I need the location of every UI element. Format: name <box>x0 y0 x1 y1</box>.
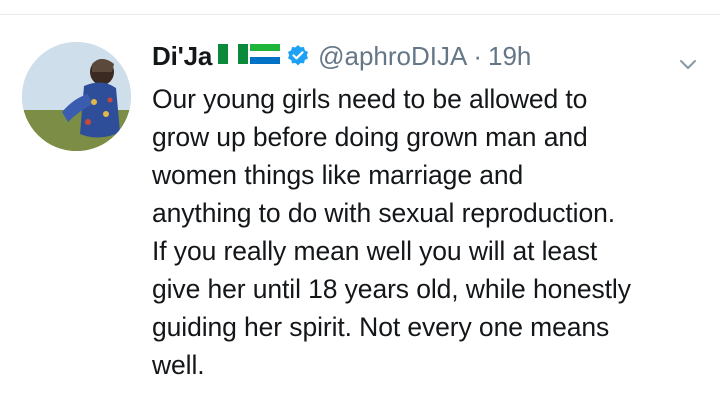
tweet-text-line: guiding her spirit. Not every one means <box>152 312 610 342</box>
nigeria-flag-icon <box>218 43 249 70</box>
chevron-down-icon[interactable] <box>676 52 700 76</box>
top-divider <box>0 14 720 15</box>
tweet-body: Di'Ja @aphroDIJA · 19h Our young girls n… <box>152 34 700 384</box>
sierra-leone-flag-icon <box>250 43 281 70</box>
tweet-timestamp[interactable]: 19h <box>488 41 531 72</box>
verified-badge-icon <box>286 44 310 68</box>
avatar[interactable] <box>22 42 131 151</box>
tweet-text-line: well. <box>152 350 205 380</box>
tweet-text-line: Our young girls need to be allowed to <box>152 84 588 114</box>
tweet-text: Our young girls need to be allowed to gr… <box>152 80 700 384</box>
display-name[interactable]: Di'Ja <box>152 41 212 72</box>
header-separator: · <box>473 40 483 71</box>
tweet-text-line: give her until 18 years old, while hones… <box>152 274 631 304</box>
user-handle[interactable]: @aphroDIJA <box>318 41 467 72</box>
tweet-header: Di'Ja @aphroDIJA · 19h <box>152 34 700 78</box>
tweet-text-line: If you really mean well you will at leas… <box>152 236 598 266</box>
tweet-text-line: women things like marriage and <box>152 160 524 190</box>
avatar-image <box>22 42 131 151</box>
tweet-text-line: anything to do with sexual reproduction. <box>152 198 615 228</box>
tweet-text-line: grow up before doing grown man and <box>152 122 588 152</box>
